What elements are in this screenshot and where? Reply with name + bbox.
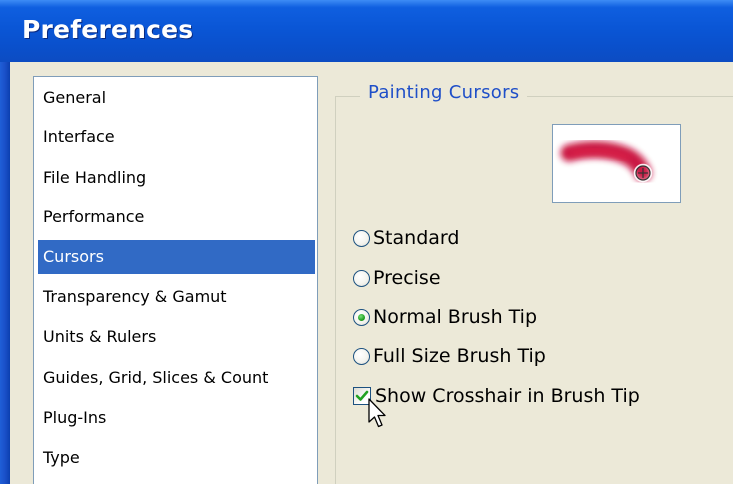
sidebar-item-cursors[interactable]: Cursors xyxy=(38,240,315,274)
sidebar-item-units-rulers[interactable]: Units & Rulers xyxy=(38,320,315,354)
window-frame-left xyxy=(0,62,10,484)
sidebar-item-guides-grid[interactable]: Guides, Grid, Slices & Count xyxy=(38,361,315,395)
preferences-dialog: Preferences General Interface File Handl… xyxy=(0,0,733,484)
radio-precise[interactable]: Precise xyxy=(353,263,441,293)
radio-normal-brush-tip-label: Normal Brush Tip xyxy=(373,306,538,328)
sidebar-item-plug-ins[interactable]: Plug-Ins xyxy=(38,401,315,435)
radio-button-icon[interactable] xyxy=(353,269,370,287)
arrow-cursor-icon xyxy=(368,398,386,428)
preferences-category-list[interactable]: General Interface File Handling Performa… xyxy=(33,76,318,484)
sidebar-item-file-handling[interactable]: File Handling xyxy=(38,161,315,195)
sidebar-item-performance[interactable]: Performance xyxy=(38,200,315,234)
sidebar-item-interface[interactable]: Interface xyxy=(38,120,315,154)
sidebar-item-type[interactable]: Type xyxy=(38,441,315,475)
radio-normal-brush-tip[interactable]: Normal Brush Tip xyxy=(353,302,537,332)
radio-standard[interactable]: Standard xyxy=(353,223,459,253)
window-title: Preferences xyxy=(22,15,194,44)
checkbox-show-crosshair-label: Show Crosshair in Brush Tip xyxy=(375,385,640,407)
radio-full-size-brush-tip[interactable]: Full Size Brush Tip xyxy=(353,341,546,371)
brush-stroke-preview xyxy=(552,124,681,203)
radio-full-size-brush-tip-label: Full Size Brush Tip xyxy=(373,345,546,367)
radio-button-icon[interactable] xyxy=(353,347,370,365)
radio-dot-icon xyxy=(358,313,365,321)
painting-cursors-label: Painting Cursors xyxy=(360,82,528,103)
radio-precise-label: Precise xyxy=(373,267,441,289)
sidebar-item-transparency-gamut[interactable]: Transparency & Gamut xyxy=(38,280,315,314)
radio-button-selected-icon[interactable] xyxy=(353,308,370,326)
radio-button-icon[interactable] xyxy=(353,229,370,247)
checkbox-show-crosshair[interactable]: Show Crosshair in Brush Tip xyxy=(353,381,640,411)
brush-stroke-icon xyxy=(560,141,653,183)
sidebar-item-general[interactable]: General xyxy=(38,81,315,115)
title-bar[interactable]: Preferences xyxy=(0,0,733,62)
radio-standard-label: Standard xyxy=(373,227,460,249)
